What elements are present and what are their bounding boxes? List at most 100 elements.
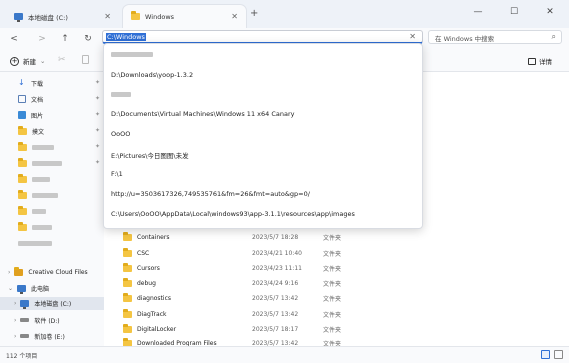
history-item-blurred[interactable]	[111, 91, 134, 103]
sidebar-item-blurred[interactable]	[0, 173, 104, 185]
file-name: diagnostics	[137, 294, 172, 302]
search-box[interactable]: 在 Windows 中搜索 ⌕	[428, 30, 562, 44]
file-date: 2023/4/21 10:40	[252, 249, 302, 257]
creative-cloud-icon	[14, 266, 24, 276]
navigation-pane: ↓ 下载 ✦ 文档 ✦ 图片 ✦ 摸文 ✦ ✦ ✦ › Creative Clo…	[0, 72, 104, 346]
sidebar-item-downloads[interactable]: ↓ 下载	[0, 77, 104, 89]
blurred-label	[32, 192, 58, 198]
tab-local-disk-c[interactable]: 本地磁盘 (C:) ✕	[6, 5, 119, 28]
sidebar-item-label: 下载	[31, 80, 44, 88]
close-tab-icon[interactable]: ✕	[231, 12, 238, 21]
details-pane-button[interactable]: 详情	[528, 56, 552, 66]
sidebar-item-this-pc[interactable]: ⌄ 此电脑	[0, 282, 104, 294]
sidebar-item-folder[interactable]: 摸文	[0, 125, 104, 137]
minimize-button[interactable]: —	[460, 4, 496, 20]
address-history-dropdown: D:\Downloads\yoop-1.3.2 D:\Documents\Vir…	[103, 43, 423, 229]
up-button[interactable]: ↑	[57, 31, 73, 47]
folder-icon	[123, 262, 132, 272]
folder-icon	[123, 231, 132, 241]
address-input[interactable]: C:\Windows	[106, 33, 146, 41]
tab-label: 本地磁盘 (C:)	[28, 13, 68, 22]
folder-icon	[18, 221, 27, 231]
file-date: 2023/4/24 9:16	[252, 279, 299, 287]
table-row[interactable]: Cursors 2023/4/23 11:11 文件夹	[118, 261, 558, 275]
picture-icon	[18, 111, 26, 119]
download-icon: ↓	[18, 78, 25, 87]
sidebar-item-drive-e[interactable]: › 新加卷 (E:)	[0, 330, 104, 342]
blurred-label	[32, 160, 62, 166]
blurred-label	[111, 52, 153, 57]
drive-icon	[20, 334, 30, 338]
history-item[interactable]: C:\Users\OoOO\AppData\Local\windows93\ap…	[111, 210, 355, 222]
table-row[interactable]: DigitalLocker 2023/5/7 18:17 文件夹	[118, 322, 558, 336]
file-date: 2023/5/7 18:28	[252, 233, 299, 241]
sidebar-item-documents[interactable]: 文档	[0, 93, 104, 105]
refresh-button[interactable]: ↻	[80, 31, 96, 47]
history-item-blurred[interactable]	[111, 51, 156, 63]
pin-icon: ✦	[95, 79, 101, 86]
sidebar-item-creative-cloud[interactable]: › Creative Cloud Files	[0, 266, 104, 278]
search-input[interactable]: 在 Windows 中搜索	[435, 33, 494, 43]
new-tab-button[interactable]: +	[250, 8, 258, 19]
file-type: 文件夹	[323, 326, 342, 334]
folder-icon	[123, 247, 132, 257]
folder-icon	[131, 11, 140, 20]
address-bar[interactable]: C:\Windows ✕	[102, 30, 423, 44]
sidebar-item-blurred[interactable]	[0, 205, 104, 217]
folder-icon	[123, 292, 132, 302]
clear-address-icon[interactable]: ✕	[409, 32, 416, 41]
table-row[interactable]: debug 2023/4/24 9:16 文件夹	[118, 276, 558, 290]
new-button[interactable]: + 新建 ⌄	[10, 56, 45, 66]
sidebar-item-blurred[interactable]	[0, 221, 104, 233]
chevron-right-icon: ›	[14, 316, 17, 324]
history-item[interactable]: OoOO	[111, 130, 130, 142]
history-item[interactable]: F:\1	[111, 170, 123, 182]
title-bar: 本地磁盘 (C:) ✕ Windows ✕ + — ☐ ✕	[0, 0, 569, 28]
history-item[interactable]: D:\Documents\Virtual Machines\Windows 11…	[111, 110, 294, 122]
chevron-down-icon: ⌄	[8, 284, 14, 292]
file-date: 2023/5/7 18:17	[252, 325, 299, 333]
forward-button[interactable]: >	[34, 31, 50, 47]
cut-icon[interactable]: ✂	[58, 55, 66, 65]
sidebar-item-blurred[interactable]	[0, 189, 104, 201]
maximize-button[interactable]: ☐	[496, 4, 532, 20]
sidebar-item-label: Creative Cloud Files	[28, 268, 88, 276]
back-button[interactable]: <	[6, 31, 22, 47]
sidebar-item-drive-d[interactable]: › 软件 (D:)	[0, 314, 104, 326]
history-item[interactable]: D:\Downloads\yoop-1.3.2	[111, 71, 193, 83]
blurred-label	[32, 208, 46, 214]
sidebar-item-blurred[interactable]	[0, 237, 104, 249]
folder-icon	[18, 189, 27, 199]
file-date: 2023/5/7 13:42	[252, 294, 299, 302]
copy-icon[interactable]	[82, 55, 89, 64]
sidebar-item-blurred[interactable]	[0, 141, 104, 153]
table-row[interactable]: CSC 2023/4/21 10:40 文件夹	[118, 246, 558, 260]
pin-icon: ✦	[95, 159, 101, 166]
file-name: debug	[137, 279, 156, 287]
sidebar-item-pictures[interactable]: 图片	[0, 109, 104, 121]
history-item[interactable]: http://u=3503617326,749535761&fm=26&fmt=…	[111, 190, 310, 202]
thumbnail-view-icon[interactable]	[554, 350, 563, 359]
blurred-label	[18, 240, 52, 246]
history-item[interactable]: E:\Pictures\今日图图\未发	[111, 150, 189, 162]
folder-icon	[123, 277, 132, 287]
file-type: 文件夹	[323, 295, 342, 303]
item-count: 112 个项目	[6, 353, 38, 360]
new-button-label: 新建	[23, 58, 36, 66]
close-tab-icon[interactable]: ✕	[104, 12, 111, 21]
table-row[interactable]: Containers 2023/5/7 18:28 文件夹	[118, 230, 558, 244]
file-date: 2023/4/23 11:11	[252, 264, 302, 272]
details-view-icon[interactable]	[541, 350, 550, 359]
file-name: DiagTrack	[137, 310, 167, 318]
tab-windows[interactable]: Windows ✕	[123, 5, 246, 28]
blurred-label	[32, 224, 52, 230]
table-row[interactable]: DiagTrack 2023/5/7 13:42 文件夹	[118, 307, 558, 321]
plus-circle-icon: +	[10, 56, 19, 66]
sidebar-item-blurred[interactable]	[0, 157, 104, 169]
blurred-label	[32, 144, 54, 150]
sidebar-item-label: 软件 (D:)	[34, 317, 60, 325]
table-row[interactable]: diagnostics 2023/5/7 13:42 文件夹	[118, 291, 558, 305]
close-window-button[interactable]: ✕	[532, 4, 568, 20]
sidebar-item-label: 图片	[31, 112, 44, 120]
sidebar-item-drive-c[interactable]: › 本地磁盘 (C:)	[0, 297, 104, 310]
